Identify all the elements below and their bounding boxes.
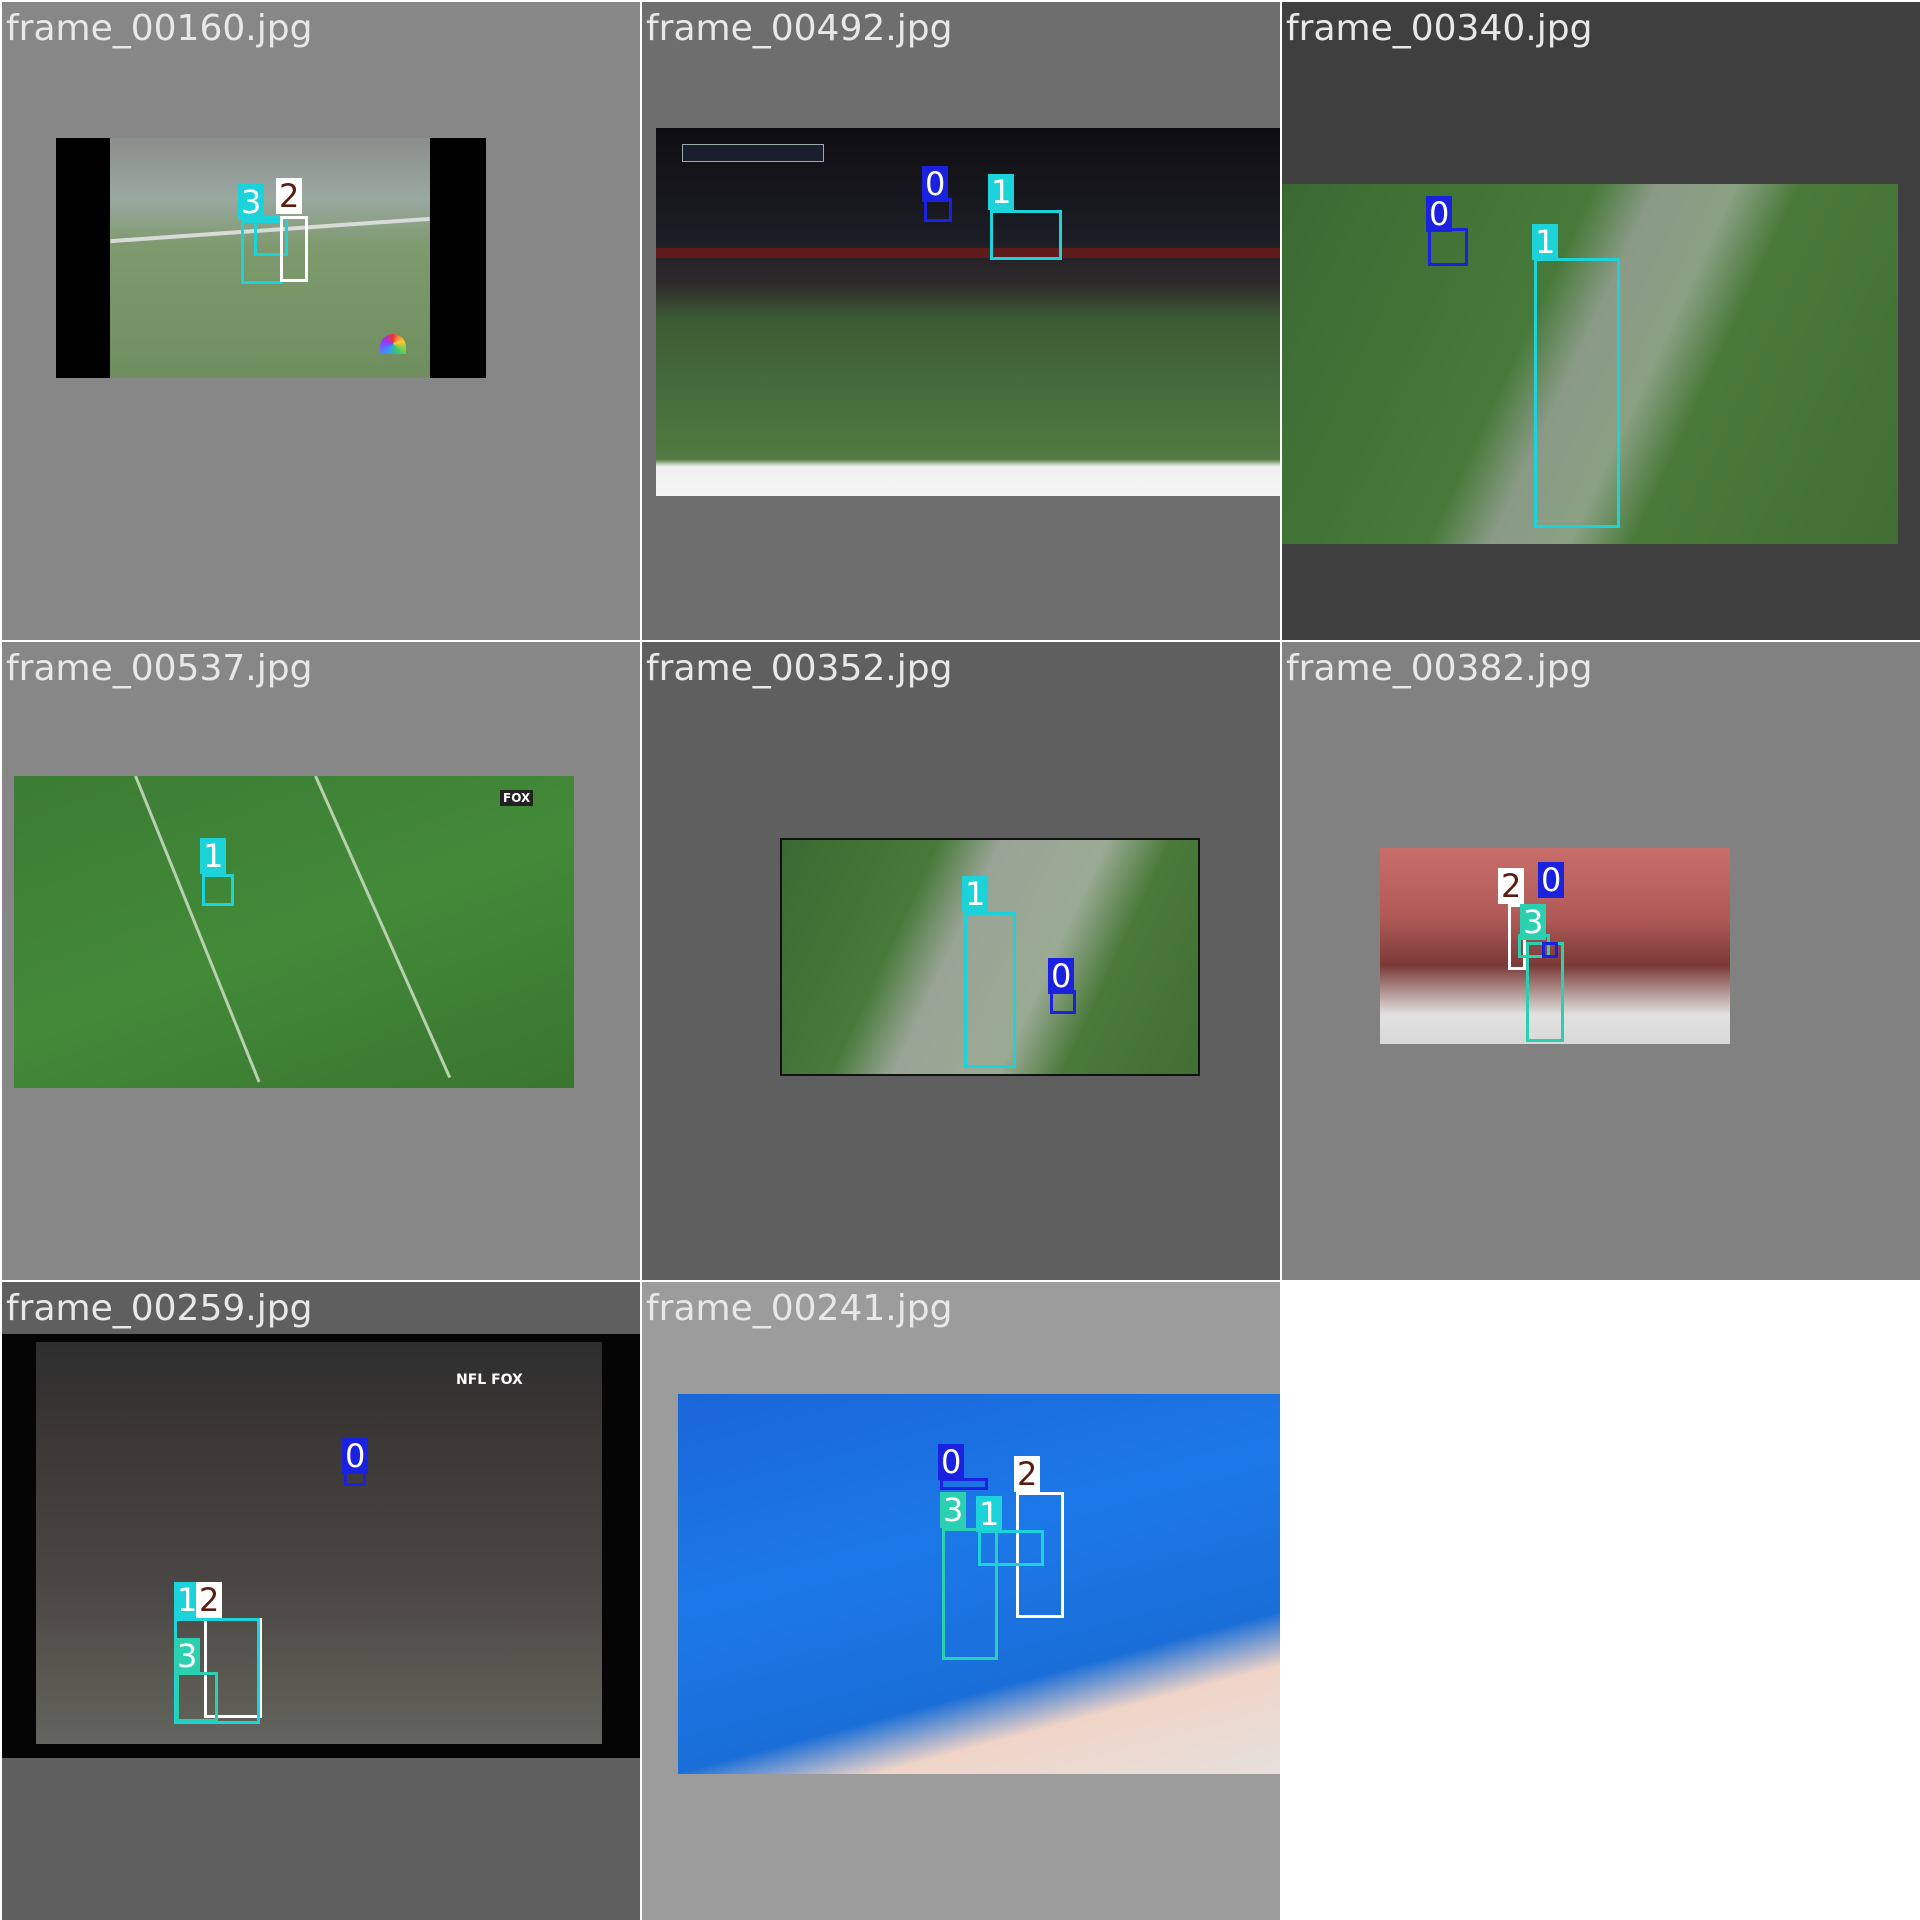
bbox-label: 0 xyxy=(1538,862,1565,898)
bbox-label: 0 xyxy=(1426,196,1453,232)
bbox-label: 3 xyxy=(174,1638,201,1674)
bbox-label: 1 xyxy=(988,174,1015,210)
bbox-class-0 xyxy=(1542,942,1558,958)
tile-filename: frame_00241.jpg xyxy=(646,1288,953,1329)
grid-tile: frame_00382.jpg 2 0 3 xyxy=(1282,642,1920,1280)
bbox-class-1 xyxy=(1534,258,1620,528)
tile-filename: frame_00537.jpg xyxy=(6,648,313,689)
grid-tile: frame_00537.jpg FOX 1 xyxy=(2,642,640,1280)
tile-filename: frame_00492.jpg xyxy=(646,8,953,49)
bbox-class-3 xyxy=(176,1672,218,1722)
image-grid: frame_00160.jpg 3 2 frame_00492.jpg 0 1 … xyxy=(0,0,1920,1920)
bbox-class-1 xyxy=(964,912,1016,1068)
frame-image: NFL FOX xyxy=(2,1334,640,1758)
bbox-label: 1 xyxy=(1532,224,1559,260)
bbox-label: 2 xyxy=(196,1582,223,1618)
tile-filename: frame_00259.jpg xyxy=(6,1288,313,1329)
stadium-crowd xyxy=(36,1342,602,1744)
bbox-class-1 xyxy=(978,1530,1044,1566)
bbox-label: 2 xyxy=(276,178,303,214)
broadcast-logo: FOX xyxy=(500,790,534,806)
grid-tile: frame_00241.jpg 0 2 3 1 xyxy=(642,1282,1280,1920)
field-line xyxy=(134,776,261,1083)
bbox-label: 3 xyxy=(238,184,265,220)
grid-tile: frame_00492.jpg 0 1 xyxy=(642,2,1280,640)
grid-tile: frame_00340.jpg 0 1 xyxy=(1282,2,1920,640)
tile-filename: frame_00340.jpg xyxy=(1286,8,1593,49)
grid-tile: frame_00160.jpg 3 2 xyxy=(2,2,640,640)
tile-filename: frame_00160.jpg xyxy=(6,8,313,49)
bbox-label: 1 xyxy=(200,838,227,874)
bbox-class-2 xyxy=(280,216,308,282)
bbox-label: 1 xyxy=(962,876,989,912)
bbox-class-1 xyxy=(202,874,234,906)
bbox-label: 2 xyxy=(1014,1456,1041,1492)
bbox-label: 1 xyxy=(976,1496,1003,1532)
tile-filename: frame_00382.jpg xyxy=(1286,648,1593,689)
frame-image: FOX xyxy=(14,776,574,1088)
bbox-label: 3 xyxy=(940,1492,967,1528)
network-logo-icon xyxy=(380,334,406,354)
scoreboard-banner xyxy=(682,144,824,162)
grid-tile: frame_00352.jpg 1 0 xyxy=(642,642,1280,1280)
bbox-label: 3 xyxy=(1520,904,1547,940)
grid-tile: frame_00259.jpg NFL FOX 0 1 2 3 xyxy=(2,1282,640,1920)
broadcast-logo: NFL FOX xyxy=(456,1372,523,1388)
bbox-label: 0 xyxy=(922,166,949,202)
tile-filename: frame_00352.jpg xyxy=(646,648,953,689)
bbox-label: 0 xyxy=(1048,958,1075,994)
bbox-class-1 xyxy=(990,210,1062,260)
bbox-label: 2 xyxy=(1498,868,1525,904)
frame-image xyxy=(656,128,1280,496)
bbox-class-0 xyxy=(1428,228,1468,266)
sideline-banner xyxy=(656,248,1280,258)
bbox-label: 0 xyxy=(342,1438,369,1474)
bbox-label: 0 xyxy=(938,1444,965,1480)
field-line xyxy=(314,776,452,1079)
